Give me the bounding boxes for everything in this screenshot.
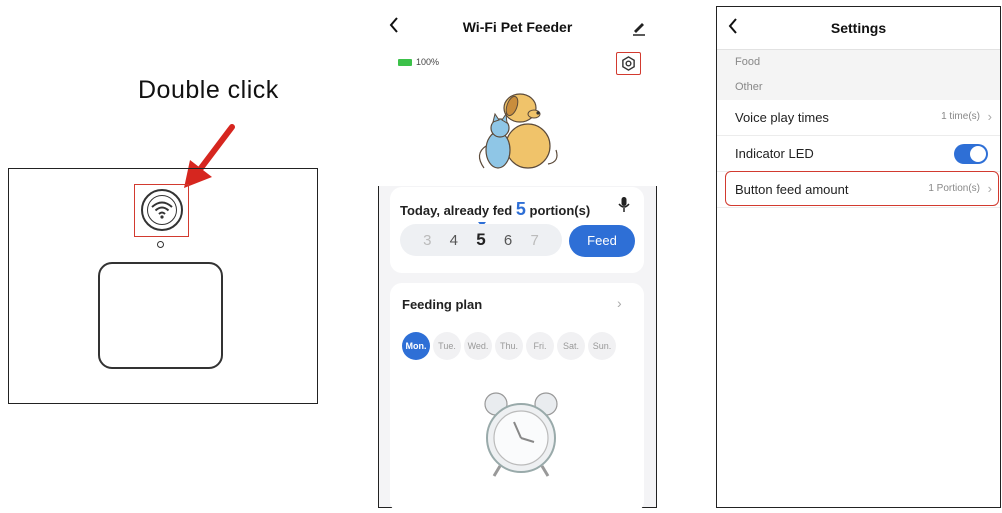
portion-option[interactable]: 6 bbox=[504, 232, 512, 249]
page-title: Wi-Fi Pet Feeder bbox=[462, 19, 573, 35]
day-tue[interactable]: Tue. bbox=[433, 332, 461, 360]
button-feed-amount-highlight bbox=[725, 171, 999, 206]
page-title: Settings bbox=[830, 20, 887, 36]
indicator-led-toggle[interactable] bbox=[954, 144, 988, 164]
feeding-plan-title[interactable]: Feeding plan bbox=[402, 297, 482, 312]
pets-illustration bbox=[478, 93, 558, 169]
row-label: Voice play times bbox=[735, 110, 829, 125]
day-sat[interactable]: Sat. bbox=[557, 332, 585, 360]
pencil-icon bbox=[633, 23, 645, 36]
battery-icon bbox=[398, 58, 412, 66]
day-thu[interactable]: Thu. bbox=[495, 332, 523, 360]
wifi-icon bbox=[151, 201, 173, 219]
settings-button[interactable] bbox=[621, 56, 636, 71]
portion-picker[interactable]: 3 4 5 6 7 bbox=[400, 224, 562, 256]
feeder-screen-content: Wi-Fi Pet Feeder 100% Today, already fed bbox=[378, 6, 657, 513]
battery-percent: 100% bbox=[416, 57, 440, 67]
indicator-led bbox=[157, 241, 164, 248]
battery-status: 100% bbox=[398, 57, 439, 67]
section-food: Food bbox=[717, 50, 1000, 75]
day-sun[interactable]: Sun. bbox=[588, 332, 616, 360]
row-indicator-led: Indicator LED bbox=[717, 136, 1000, 172]
row-voice-play-times[interactable]: Voice play times 1 time(s) › bbox=[717, 100, 1000, 136]
row-label: Indicator LED bbox=[735, 146, 814, 161]
feed-button[interactable]: Feed bbox=[569, 225, 635, 257]
fed-prefix: Today, already fed bbox=[400, 203, 513, 218]
edit-button[interactable] bbox=[631, 20, 647, 36]
fed-suffix: portion(s) bbox=[529, 203, 591, 218]
section-other: Other bbox=[717, 75, 1000, 100]
alarm-clock-icon bbox=[484, 392, 558, 477]
settings-screen: Settings Food Other Voice play times 1 t… bbox=[716, 6, 1001, 508]
gear-icon bbox=[622, 56, 635, 71]
portion-option[interactable]: 3 bbox=[423, 232, 431, 249]
day-fri[interactable]: Fri. bbox=[526, 332, 554, 360]
navbar: Settings bbox=[717, 7, 1000, 49]
chevron-right-icon[interactable]: › bbox=[617, 295, 622, 311]
feed-button-physical[interactable] bbox=[98, 262, 223, 369]
chevron-right-icon: › bbox=[987, 109, 992, 124]
toggle-knob bbox=[970, 146, 986, 162]
device-illustration: Double click bbox=[0, 0, 330, 511]
portion-option-selected[interactable]: 5 bbox=[476, 230, 485, 250]
day-selector: Mon. Tue. Wed. Thu. Fri. Sat. Sun. bbox=[402, 332, 616, 360]
fed-count: 5 bbox=[515, 199, 526, 219]
day-wed[interactable]: Wed. bbox=[464, 332, 492, 360]
fed-today-text: Today, already fed 5 portion(s) bbox=[400, 199, 590, 220]
portion-option[interactable]: 4 bbox=[450, 232, 458, 249]
microphone-icon bbox=[618, 197, 630, 212]
caption-double-click: Double click bbox=[138, 76, 279, 104]
portion-option[interactable]: 7 bbox=[530, 232, 538, 249]
voice-record-button[interactable] bbox=[616, 196, 632, 214]
navbar: Wi-Fi Pet Feeder bbox=[378, 6, 657, 48]
day-mon[interactable]: Mon. bbox=[402, 332, 430, 360]
row-value: 1 time(s) bbox=[941, 111, 980, 122]
